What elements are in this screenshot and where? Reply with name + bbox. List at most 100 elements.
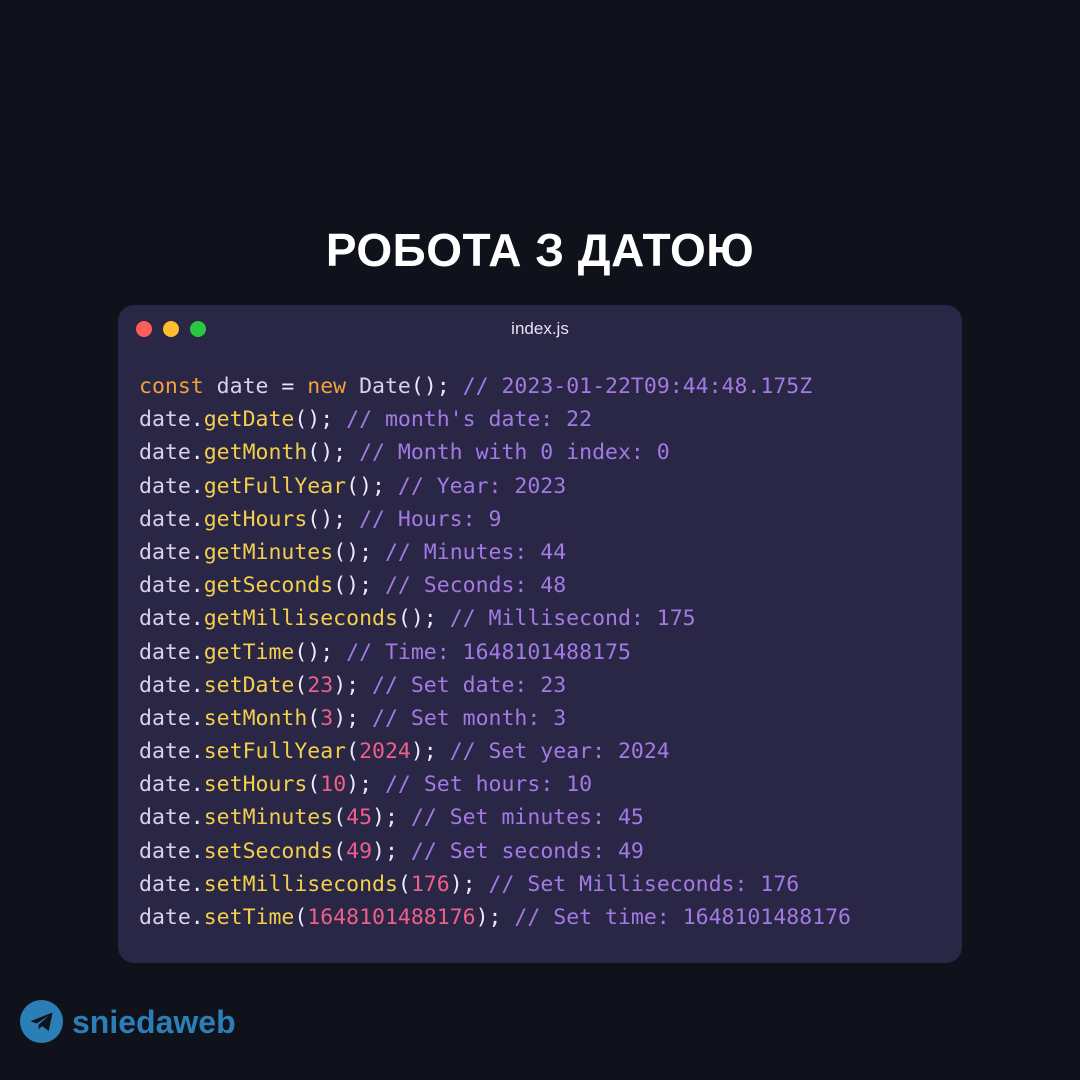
identifier-token: date (139, 573, 191, 599)
comment-token: // Set minutes: 45 (410, 805, 644, 831)
identifier-token: date (139, 639, 191, 665)
code-line: date.getMinutes(); // Minutes: 44 (139, 536, 851, 569)
class-token: Date (346, 374, 411, 399)
file-name: index.js (511, 319, 569, 338)
method-token: setMinutes (203, 805, 334, 831)
number-token: 3 (320, 705, 334, 731)
identifier-token: date (139, 905, 191, 930)
punctuation-token: ); (333, 672, 373, 698)
identifier-token: date (139, 506, 191, 532)
punctuation-token: . (190, 838, 204, 864)
brand-name: sniedaweb (72, 1003, 236, 1040)
comment-token: // month's date: 22 (346, 407, 593, 433)
telegram-icon (20, 1000, 63, 1043)
number-token: 45 (346, 805, 373, 831)
punctuation-token: (); (307, 440, 360, 466)
code-line: date.setMilliseconds(176); // Set Millis… (139, 868, 851, 901)
identifier-token: date (203, 374, 282, 399)
code-line: date.getHours(); // Hours: 9 (139, 503, 851, 536)
method-token: getTime (203, 639, 295, 665)
number-token: 1648101488176 (307, 905, 476, 930)
punctuation-token: . (190, 772, 204, 798)
punctuation-token: ( (294, 672, 308, 698)
punctuation-token: . (190, 705, 204, 731)
punctuation-token: ); (475, 905, 515, 930)
code-line: date.getFullYear(); // Year: 2023 (139, 470, 851, 503)
page-title: РОБОТА З ДАТОЮ (325, 224, 755, 276)
number-token: 176 (410, 871, 450, 897)
punctuation-token: ); (449, 871, 489, 897)
method-token: getMonth (203, 440, 308, 466)
code-line: date.setFullYear(2024); // Set year: 202… (139, 735, 851, 768)
punctuation-token: ( (307, 705, 321, 731)
punctuation-token: ( (333, 805, 347, 831)
number-token: 10 (320, 772, 347, 798)
punctuation-token: . (190, 672, 204, 698)
comment-token: // Set seconds: 49 (410, 838, 644, 864)
method-token: setSeconds (203, 838, 334, 864)
punctuation-token: . (190, 573, 204, 599)
code-block: const date = new Date(); // 2023-01-22T0… (139, 370, 851, 934)
method-token: getMinutes (203, 539, 334, 565)
punctuation-token: ( (294, 905, 308, 930)
comment-token: // 2023-01-22T09:44:48.175Z (462, 374, 813, 399)
method-token: getMilliseconds (203, 606, 398, 632)
identifier-token: date (139, 672, 191, 698)
method-token: setMilliseconds (203, 871, 398, 897)
punctuation-token: . (190, 473, 204, 499)
punctuation-token: ( (346, 739, 360, 765)
code-editor-window: index.js const date = new Date(); // 202… (118, 305, 962, 963)
code-line: date.setDate(23); // Set date: 23 (139, 669, 851, 702)
identifier-token: date (139, 539, 191, 565)
punctuation-token: (); (346, 473, 398, 499)
code-line: date.getDate(); // month's date: 22 (139, 403, 851, 436)
punctuation-token: (); (307, 506, 360, 532)
number-token: 49 (346, 838, 373, 864)
punctuation-token: . (190, 805, 204, 831)
code-line: date.setSeconds(49); // Set seconds: 49 (139, 835, 851, 868)
code-line: date.setMonth(3); // Set month: 3 (139, 702, 851, 735)
punctuation-token: ( (397, 871, 411, 897)
method-token: setHours (203, 772, 308, 798)
code-line: date.setHours(10); // Set hours: 10 (139, 768, 851, 801)
punctuation-token: ( (333, 838, 347, 864)
code-line: date.getMonth(); // Month with 0 index: … (139, 436, 851, 469)
comment-token: // Set date: 23 (372, 672, 567, 698)
punctuation-token: (); (333, 539, 385, 565)
punctuation-token: . (190, 639, 204, 665)
method-token: getFullYear (203, 473, 347, 499)
comment-token: // Set Milliseconds: 176 (488, 871, 800, 897)
method-token: getDate (203, 407, 295, 433)
number-token: 23 (307, 672, 334, 698)
identifier-token: date (139, 407, 191, 433)
comment-token: // Time: 1648101488175 (346, 639, 631, 665)
identifier-token: date (139, 871, 191, 897)
punctuation-token: (); (294, 407, 347, 433)
keyword-token: const (139, 374, 204, 399)
punctuation-token: . (190, 506, 204, 532)
method-token: setDate (203, 672, 295, 698)
identifier-token: date (139, 805, 191, 831)
identifier-token: date (139, 772, 191, 798)
comment-token: // Year: 2023 (397, 473, 567, 499)
identifier-token: date (139, 473, 191, 499)
comment-token: // Set month: 3 (372, 705, 567, 731)
identifier-token: date (139, 705, 191, 731)
comment-token: // Millisecond: 175 (449, 606, 696, 632)
method-token: getSeconds (203, 573, 334, 599)
code-line: date.setMinutes(45); // Set minutes: 45 (139, 801, 851, 834)
code-line: date.setTime(1648101488176); // Set time… (139, 901, 851, 934)
punctuation-token: . (190, 407, 204, 433)
punctuation-token: . (190, 871, 204, 897)
punctuation-token: . (190, 739, 204, 765)
comment-token: // Set year: 2024 (449, 739, 670, 765)
punctuation-token: ); (372, 838, 411, 864)
punctuation-token: ( (307, 772, 321, 798)
code-line: date.getSeconds(); // Seconds: 48 (139, 569, 851, 602)
brand: sniedaweb (20, 1000, 236, 1043)
punctuation-token: (); (410, 374, 463, 399)
comment-token: // Month with 0 index: 0 (359, 440, 670, 466)
punctuation-token: (); (397, 606, 450, 632)
punctuation-token: . (190, 905, 204, 930)
code-line: const date = new Date(); // 2023-01-22T0… (139, 370, 851, 403)
